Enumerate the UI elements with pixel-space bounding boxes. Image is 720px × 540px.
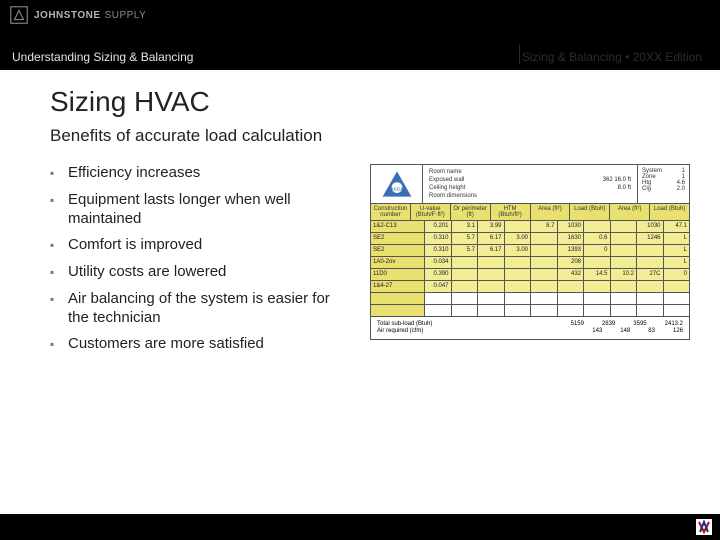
table-row: 1A0-2ov0.034208L	[371, 257, 689, 269]
list-item: Comfort is improved	[50, 236, 350, 255]
list-item: Equipment lasts longer when well maintai…	[50, 191, 350, 229]
page-title: Sizing HVAC	[50, 86, 696, 118]
worksheet-grid: 1&2-C130.2013.13.998.71030 103047.1SE20.…	[371, 221, 689, 316]
svg-text:ACCA: ACCA	[390, 186, 404, 191]
header-band: JOHNSTONE SUPPLY Understanding Sizing & …	[0, 0, 720, 70]
header-divider	[519, 44, 520, 64]
breadcrumb: Understanding Sizing & Balancing	[12, 50, 193, 64]
brand-logo-icon	[10, 6, 28, 24]
table-row: 1&2-C130.2013.13.998.71030 103047.1	[371, 221, 689, 233]
footer-bar	[0, 514, 720, 540]
slide: JOHNSTONE SUPPLY Understanding Sizing & …	[0, 0, 720, 540]
table-row: SE20.3105.76.173.0016300.61246L	[371, 233, 689, 245]
content-area: Sizing HVAC Benefits of accurate load ca…	[50, 86, 696, 362]
table-row: SE20.3105.76.173.0013930L	[371, 245, 689, 257]
list-item: Efficiency increases	[50, 164, 350, 183]
acca-logo-icon: ACCA	[371, 165, 423, 203]
table-row	[371, 305, 689, 316]
worksheet-image: ACCA Room name Exposed wall362 16.0 ft C…	[370, 164, 690, 340]
brand: JOHNSTONE SUPPLY	[10, 6, 146, 24]
bullet-list: Efficiency increases Equipment lasts lon…	[50, 164, 350, 362]
worksheet-footer: Total sub-load (Btuh) 5159 2839 3595 241…	[371, 316, 689, 339]
worksheet-column-headers: Construction number U-value (Btuh/F·ft²)…	[371, 204, 689, 221]
page-subtitle: Benefits of accurate load calculation	[50, 126, 696, 146]
list-item: Utility costs are lowered	[50, 263, 350, 282]
body-row: Efficiency increases Equipment lasts lon…	[50, 164, 696, 362]
list-item: Air balancing of the system is easier fo…	[50, 290, 350, 328]
worksheet-corner-box: System1 Zone1 Htg4.6 Clg2.0	[637, 165, 689, 203]
footer-logo-icon	[696, 519, 712, 535]
worksheet-header-labels: Room name Exposed wall362 16.0 ft Ceilin…	[423, 165, 637, 203]
header-right-label: Sizing & Balancing • 20XX Edition	[522, 50, 702, 64]
table-row: 11D00.39043214.510.227C0	[371, 269, 689, 281]
brand-name: JOHNSTONE SUPPLY	[34, 10, 146, 21]
table-row: 1&4-270.047	[371, 281, 689, 293]
list-item: Customers are more satisfied	[50, 335, 350, 354]
table-row	[371, 293, 689, 305]
